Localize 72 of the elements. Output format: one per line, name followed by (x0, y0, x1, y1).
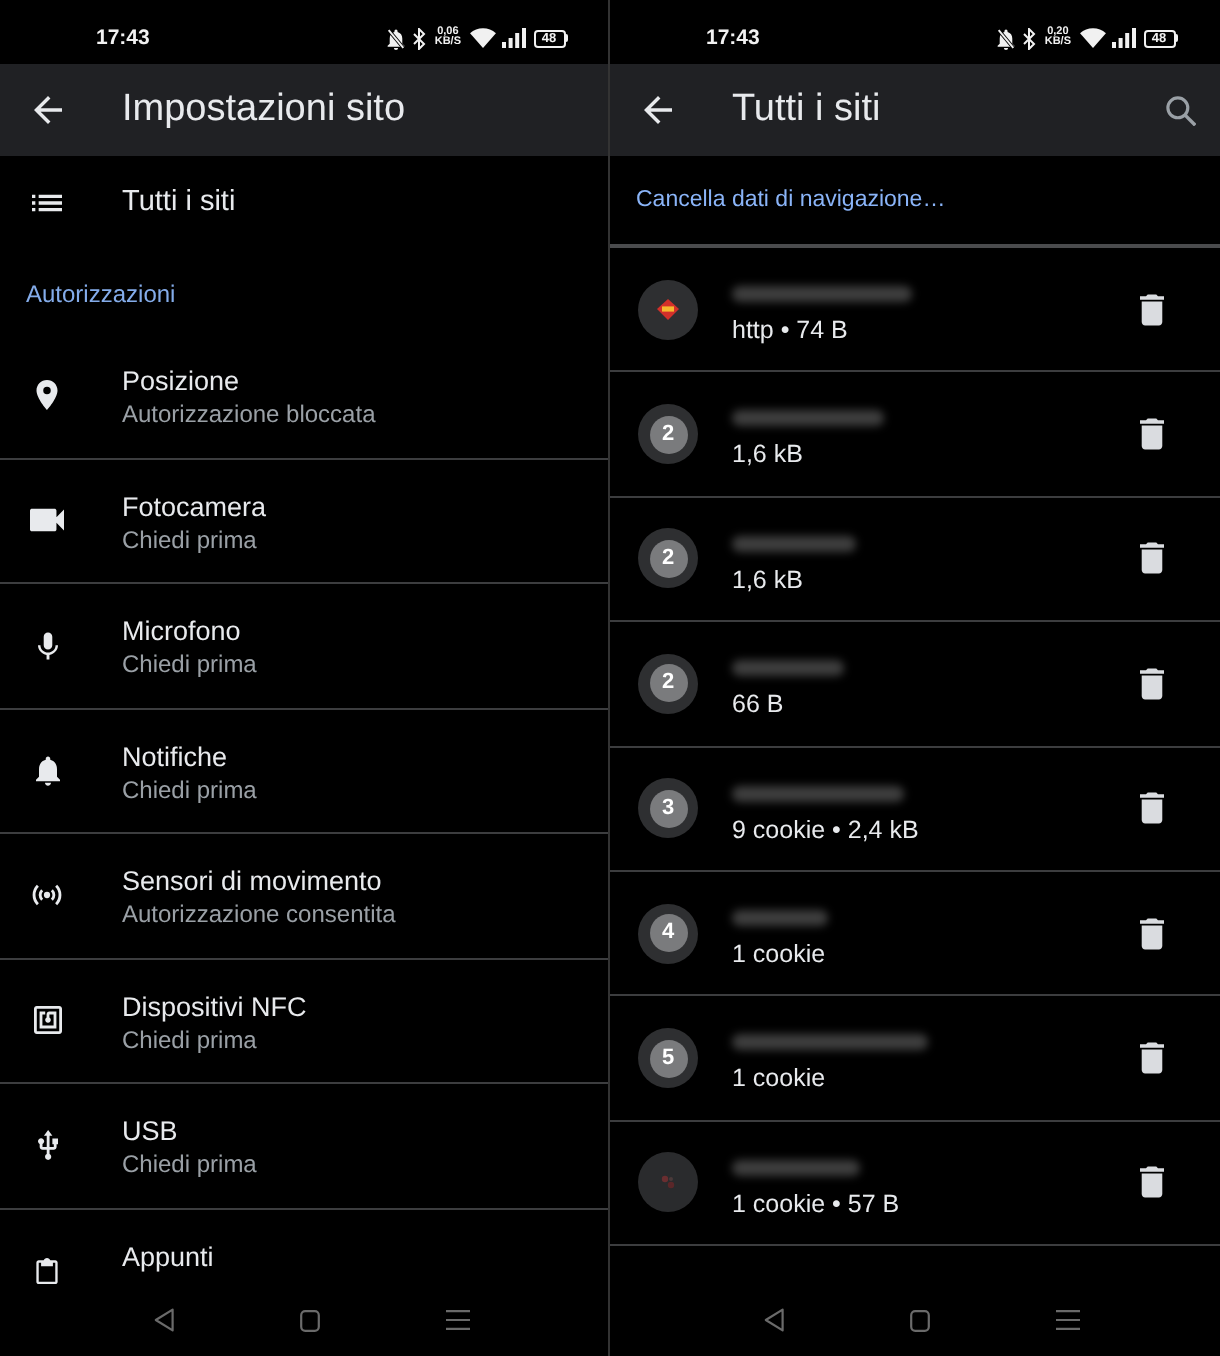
wifi-icon (1079, 28, 1105, 48)
sensor-waves-icon (32, 882, 62, 909)
permission-status: Chiedi prima (122, 648, 257, 680)
permission-status: Chiedi prima (122, 773, 257, 805)
trash-icon[interactable] (1140, 1166, 1164, 1199)
permission-title[interactable]: Fotocamera (122, 489, 267, 523)
muted-bell-icon (386, 27, 407, 49)
permission-title[interactable]: USB (122, 1114, 178, 1148)
permission-title[interactable]: Notifiche (122, 739, 228, 773)
trash-icon[interactable] (1140, 1042, 1164, 1075)
site-storage-details: 1,6 kB (732, 438, 803, 471)
permission-title[interactable]: Appunti (122, 1239, 214, 1273)
site-count-badge: 3 (638, 778, 698, 839)
muted-bell-icon (996, 27, 1017, 49)
screen-title: Impostazioni sito (122, 88, 406, 132)
microphone-icon (37, 631, 57, 660)
status-time: 17:43 (706, 26, 760, 50)
bluetooth-icon (1022, 27, 1037, 49)
signal-icon (501, 28, 525, 48)
permission-title[interactable]: Microfono (122, 614, 241, 648)
favicon-icon (638, 1152, 698, 1213)
permission-status: Chiedi prima (122, 1148, 257, 1180)
usb-icon (37, 1130, 57, 1161)
permission-status: Chiedi prima (122, 1023, 257, 1055)
wifi-icon (469, 28, 495, 48)
permission-title[interactable]: Posizione (122, 364, 240, 398)
clipboard-icon (36, 1257, 58, 1284)
all-sites-item[interactable]: Tutti i siti (122, 186, 236, 218)
site-count-badge: 5 (638, 1028, 698, 1089)
trash-icon[interactable] (1140, 792, 1164, 825)
trash-icon[interactable] (1140, 293, 1164, 326)
nfc-icon (33, 1006, 61, 1035)
section-header: Autorizzazioni (26, 279, 176, 307)
back-icon[interactable] (764, 1308, 784, 1332)
site-count-badge: 2 (638, 404, 698, 465)
permission-title[interactable]: Sensori di movimento (122, 864, 382, 898)
trash-icon[interactable] (1140, 418, 1164, 451)
site-storage-details: http • 74 B (732, 314, 848, 346)
search-icon[interactable] (1166, 95, 1196, 125)
trash-icon[interactable] (1140, 667, 1164, 700)
back-arrow-icon[interactable] (33, 96, 61, 124)
site-storage-details: 1 cookie (732, 937, 826, 970)
video-camera-icon (30, 508, 64, 533)
menu-icon[interactable] (1056, 1310, 1080, 1330)
home-icon[interactable] (300, 1309, 320, 1331)
permission-status: Autorizzazione bloccata (122, 398, 376, 430)
permission-status: Chiedi prima (122, 523, 257, 555)
site-count-badge: 4 (638, 903, 698, 964)
home-icon[interactable] (910, 1309, 930, 1331)
site-storage-details: 1 cookie (732, 1062, 826, 1095)
site-count-badge: 2 (638, 528, 698, 589)
permission-title[interactable]: Dispositivi NFC (122, 989, 307, 1023)
site-storage-details: 1,6 kB (732, 563, 803, 596)
site-count-badge: 2 (638, 653, 698, 714)
site-storage-details: 9 cookie • 2,4 kB (732, 813, 919, 846)
permission-status: Autorizzazione consentita (122, 898, 396, 930)
screen-title: Tutti i siti (732, 88, 881, 132)
trash-icon[interactable] (1140, 542, 1164, 575)
back-arrow-icon[interactable] (643, 96, 671, 124)
site-storage-details: 1 cookie • 57 B (732, 1187, 900, 1220)
location-pin-icon (36, 380, 58, 411)
signal-icon (1111, 28, 1135, 48)
bluetooth-icon (412, 27, 427, 49)
trash-icon[interactable] (1140, 917, 1164, 950)
bell-icon (35, 755, 59, 786)
back-icon[interactable] (154, 1308, 174, 1332)
list-icon (32, 193, 62, 211)
menu-icon[interactable] (446, 1310, 470, 1330)
clear-browsing-data-link[interactable]: Cancella dati di navigazione… (636, 188, 946, 212)
status-time: 17:43 (96, 26, 150, 50)
favicon-icon (638, 279, 698, 340)
site-storage-details: 66 B (732, 688, 784, 721)
